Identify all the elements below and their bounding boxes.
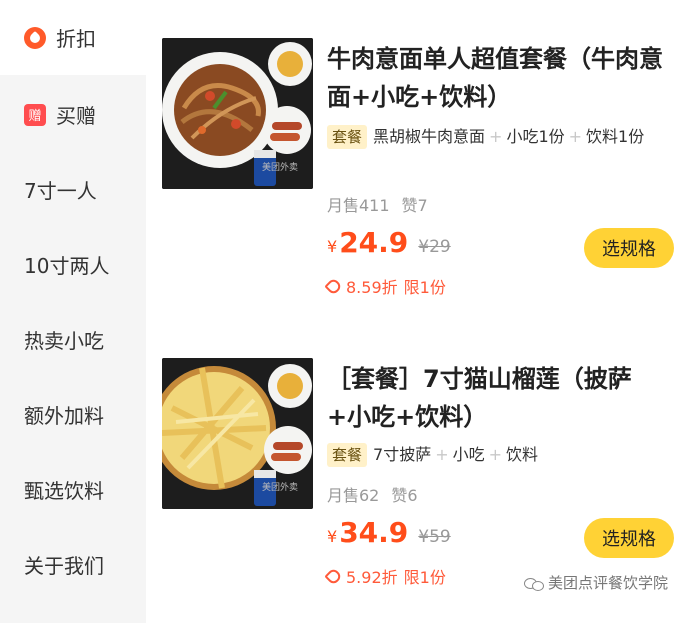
pasta-set-photo: 美团外卖 bbox=[162, 38, 313, 189]
purchase-limit: 限1份 bbox=[403, 278, 446, 297]
content-item: 小吃 bbox=[452, 445, 485, 464]
current-price: 34.9 bbox=[339, 516, 409, 549]
sales-info: 月售62 赞6 bbox=[327, 482, 430, 506]
product-contents: 套餐 黑胡椒牛肉意面 + 小吃1份 + 饮料1份 bbox=[327, 124, 674, 150]
sidebar-item-about-us[interactable]: 关于我们 bbox=[0, 527, 146, 602]
sidebar-item-label: 关于我们 bbox=[24, 554, 104, 578]
currency-symbol: ¥ bbox=[327, 237, 338, 256]
select-spec-button[interactable]: 选规格 bbox=[584, 518, 674, 558]
category-sidebar: 折扣 赠 买赠 7寸一人 10寸两人 热卖小吃 额外加料 甄选饮料 关于我们 bbox=[0, 0, 146, 623]
product-title: 牛肉意面单人超值套餐（牛肉意面+小吃+饮料） bbox=[327, 45, 663, 111]
gift-icon: 赠 bbox=[24, 103, 46, 126]
discount-tag-icon bbox=[324, 566, 343, 586]
set-badge: 套餐 bbox=[327, 443, 368, 467]
sidebar-item-label: 买赠 bbox=[56, 104, 96, 128]
sidebar-item-label: 折扣 bbox=[56, 27, 96, 51]
sidebar-item-label: 额外加料 bbox=[24, 404, 104, 428]
content-item: 饮料1份 bbox=[586, 127, 645, 146]
sidebar-item-extra-toppings[interactable]: 额外加料 bbox=[0, 377, 146, 452]
sidebar-item-discount[interactable]: 折扣 bbox=[0, 0, 146, 75]
sidebar-item-label: 7寸一人 bbox=[24, 179, 97, 203]
sidebar-item-label: 10寸两人 bbox=[24, 254, 110, 278]
plus-separator: + bbox=[489, 127, 503, 146]
price-row: ¥ 24.9 ¥29 bbox=[327, 226, 451, 259]
original-price: ¥59 bbox=[418, 527, 451, 547]
product-card[interactable]: 美团外卖 ［套餐］7寸猫山榴莲（披萨+小吃+饮料） 套餐 7寸披萨 + 小吃 + 饮料 月… bbox=[162, 358, 674, 588]
purchase-limit: 限1份 bbox=[403, 568, 446, 587]
plus-separator: + bbox=[435, 445, 449, 464]
plus-separator: + bbox=[568, 127, 583, 146]
sidebar-item-label: 甄选饮料 bbox=[24, 479, 104, 503]
select-spec-button[interactable]: 选规格 bbox=[584, 228, 674, 268]
sidebar-item-buy-gift[interactable]: 赠 买赠 bbox=[0, 77, 146, 152]
source-watermark: 美团点评餐饮学院 bbox=[523, 572, 668, 593]
current-price: 24.9 bbox=[339, 226, 409, 259]
discount-tag-icon bbox=[324, 276, 343, 296]
content-item: 7寸披萨 bbox=[373, 445, 432, 464]
image-watermark: 美团外卖 bbox=[262, 161, 298, 173]
content-item: 小吃1份 bbox=[506, 127, 565, 146]
sidebar-item-7inch-single[interactable]: 7寸一人 bbox=[0, 152, 146, 227]
product-card[interactable]: 美团外卖 牛肉意面单人超值套餐（牛肉意面+小吃+饮料） 套餐 黑胡椒牛肉意面 + 小吃… bbox=[162, 38, 674, 298]
like-count: 赞6 bbox=[391, 486, 418, 505]
product-image[interactable]: 美团外卖 bbox=[162, 358, 313, 509]
set-badge: 套餐 bbox=[327, 125, 368, 149]
product-contents: 套餐 7寸披萨 + 小吃 + 饮料 bbox=[327, 442, 674, 468]
content-item: 饮料 bbox=[506, 445, 539, 464]
product-title: ［套餐］7寸猫山榴莲（披萨+小吃+饮料） bbox=[327, 365, 632, 431]
monthly-sales: 月售411 bbox=[327, 196, 390, 215]
sidebar-item-drinks[interactable]: 甄选饮料 bbox=[0, 452, 146, 527]
sales-info: 月售411 赞7 bbox=[327, 192, 440, 216]
product-image[interactable]: 美团外卖 bbox=[162, 38, 313, 189]
discount-rate: 8.59折 bbox=[346, 278, 398, 297]
sidebar-item-hot-snacks[interactable]: 热卖小吃 bbox=[0, 302, 146, 377]
like-count: 赞7 bbox=[401, 196, 428, 215]
content-item: 黑胡椒牛肉意面 bbox=[373, 127, 486, 146]
wechat-icon bbox=[523, 576, 544, 591]
watermark-text: 美团点评餐饮学院 bbox=[547, 574, 668, 592]
durian-pizza-set-photo: 美团外卖 bbox=[162, 358, 313, 509]
discount-info: 5.92折 限1份 bbox=[324, 564, 446, 588]
discount-icon bbox=[24, 26, 46, 49]
discount-info: 8.59折 限1份 bbox=[324, 274, 446, 298]
sidebar-item-10inch-double[interactable]: 10寸两人 bbox=[0, 227, 146, 302]
sidebar-item-label: 热卖小吃 bbox=[24, 329, 104, 353]
image-watermark: 美团外卖 bbox=[262, 481, 298, 493]
original-price: ¥29 bbox=[418, 237, 451, 257]
discount-rate: 5.92折 bbox=[346, 568, 398, 587]
price-row: ¥ 34.9 ¥59 bbox=[327, 516, 451, 549]
plus-separator: + bbox=[488, 445, 503, 464]
currency-symbol: ¥ bbox=[327, 527, 338, 546]
monthly-sales: 月售62 bbox=[327, 486, 380, 505]
